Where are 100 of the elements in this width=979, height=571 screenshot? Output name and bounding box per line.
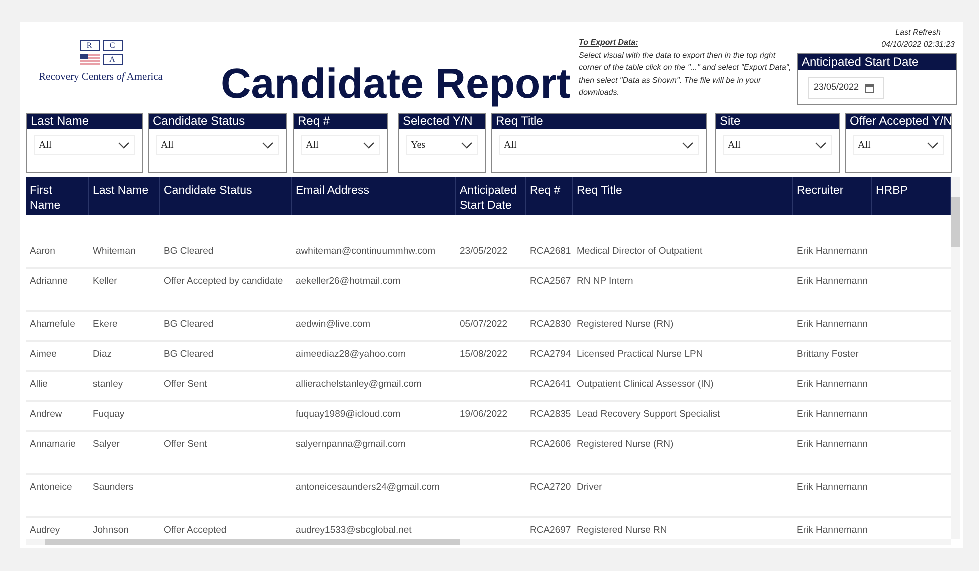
table-cell: Ekere [93, 319, 118, 330]
table-cell: Salyer [93, 439, 120, 450]
horizontal-scrollbar[interactable] [26, 539, 951, 545]
last-refresh-label: Last Refresh [894, 27, 942, 39]
column-header[interactable]: Recruiter [793, 177, 872, 215]
filter-label: Offer Accepted Y/N [846, 114, 951, 129]
table-cell: BG Cleared [164, 246, 214, 257]
table-cell: salyernpanna@gmail.com [296, 439, 406, 450]
table-cell: Offer Accepted by candidate [164, 276, 284, 287]
table-cell: awhiteman@continuummhw.com [296, 246, 436, 257]
table-cell: stanley [93, 379, 124, 390]
table-cell: Erik Hannemann [797, 439, 868, 450]
table-cell: RCA2720 [530, 482, 572, 493]
filter-label: Req Title [492, 114, 706, 129]
table-cell: 23/05/2022 [460, 246, 508, 257]
table-cell: Erik Hannemann [797, 525, 868, 536]
table-cell: BG Cleared [164, 349, 214, 360]
table-cell: Outpatient Clinical Assessor (IN) [577, 379, 714, 390]
date-field[interactable]: 23/05/2022 [808, 77, 884, 99]
filter-dropdown[interactable]: All [301, 135, 380, 155]
table-cell: Registered Nurse RN [577, 525, 668, 536]
table-cell: Keller [93, 276, 118, 287]
table-cell: RCA2681 [530, 246, 572, 257]
table-cell: Licensed Practical Nurse LPN [577, 349, 704, 360]
table-cell: 19/06/2022 [460, 409, 508, 420]
table-cell: RCA2794 [530, 349, 572, 360]
chevron-down-icon [363, 142, 375, 148]
table-cell: Antoneice [30, 482, 72, 493]
chevron-down-icon [682, 142, 694, 148]
filter-label: Selected Y/N [399, 114, 485, 129]
table-cell: Lead Recovery Support Specialist [577, 409, 720, 420]
filter-dropdown[interactable]: All [34, 135, 135, 155]
table-cell: Adrianne [30, 276, 68, 287]
table-cell: Offer Accepted [164, 525, 227, 536]
filter-label: Req # [294, 114, 387, 129]
table-cell: Erik Hannemann [797, 246, 868, 257]
table-cell: RCA2641 [530, 379, 572, 390]
chevron-down-icon [461, 142, 473, 148]
table-cell: Erik Hannemann [797, 276, 868, 287]
table-cell: RCA2606 [530, 439, 572, 450]
chevron-down-icon [927, 142, 939, 148]
table-cell: antoneicesaunders24@gmail.com [296, 482, 440, 493]
filter-label: Last Name [27, 114, 142, 129]
table-cell: Fuquay [93, 409, 125, 420]
column-header[interactable]: Candidate Status [160, 177, 292, 215]
table-cell: 15/08/2022 [460, 349, 508, 360]
table-cell: Medical Director of Outpatient [577, 246, 703, 257]
table-cell: Offer Sent [164, 379, 208, 390]
table-cell: Annamarie [30, 439, 76, 450]
filter-dropdown[interactable]: All [723, 135, 832, 155]
table-cell: Erik Hannemann [797, 482, 868, 493]
calendar-icon [865, 84, 874, 92]
column-header[interactable]: First Name [26, 177, 89, 215]
table-cell: aekeller26@hotmail.com [296, 276, 401, 287]
table-cell: Erik Hannemann [797, 319, 868, 330]
table-cell: Registered Nurse (RN) [577, 319, 674, 330]
table-cell: Registered Nurse (RN) [577, 439, 674, 450]
table-cell: RCA2835 [530, 409, 572, 420]
table-cell: aimeediaz28@yahoo.com [296, 349, 406, 360]
table-cell: Johnson [93, 525, 129, 536]
date-filter-label: Anticipated Start Date [798, 54, 956, 70]
table-cell: RCA2830 [530, 319, 572, 330]
chevron-down-icon [815, 142, 827, 148]
column-header[interactable]: Req # [526, 177, 573, 215]
table-cell: allierachelstanley@gmail.com [296, 379, 422, 390]
filter-label: Site [716, 114, 839, 129]
table-cell: RCA2567 [530, 276, 572, 287]
table-cell: RCA2697 [530, 525, 572, 536]
table-cell: BG Cleared [164, 319, 214, 330]
table-cell: Aimee [30, 349, 57, 360]
table-cell: Saunders [93, 482, 134, 493]
table-cell: Allie [30, 379, 48, 390]
logo-drawing: R C A [80, 40, 122, 65]
table-cell: Offer Sent [164, 439, 208, 450]
filter-dropdown[interactable]: All [853, 135, 944, 155]
table-cell: Andrew [30, 409, 62, 420]
table-cell: Brittany Foster [797, 349, 859, 360]
vertical-scrollbar[interactable] [951, 177, 960, 539]
last-refresh-value: 04/10/2022 02:31:23 [882, 39, 955, 51]
filter-dropdown[interactable]: Yes [406, 135, 478, 155]
filter-label: Candidate Status [149, 114, 286, 129]
column-header[interactable]: Anticipated Start Date [456, 177, 526, 215]
table-cell: Audrey [30, 525, 60, 536]
table-cell: Diaz [93, 349, 112, 360]
chevron-down-icon [262, 142, 274, 148]
table-cell: Aaron [30, 246, 56, 257]
column-header[interactable]: Last Name [89, 177, 160, 215]
filter-dropdown[interactable]: All [499, 135, 699, 155]
column-header[interactable]: Email Address [292, 177, 456, 215]
table-cell: fuquay1989@icloud.com [296, 409, 401, 420]
table-cell: Whiteman [93, 246, 136, 257]
filter-dropdown[interactable]: All [156, 135, 279, 155]
chevron-down-icon [118, 142, 130, 148]
table-cell: 05/07/2022 [460, 319, 508, 330]
table-cell: audrey1533@sbcglobal.net [296, 525, 412, 536]
table-cell: aedwin@live.com [296, 319, 371, 330]
report-title: Candidate Report [220, 61, 571, 107]
table-cell: RN NP Intern [577, 276, 634, 287]
export-heading: To Export Data: [579, 37, 640, 49]
column-header[interactable]: Req Title [573, 177, 793, 215]
